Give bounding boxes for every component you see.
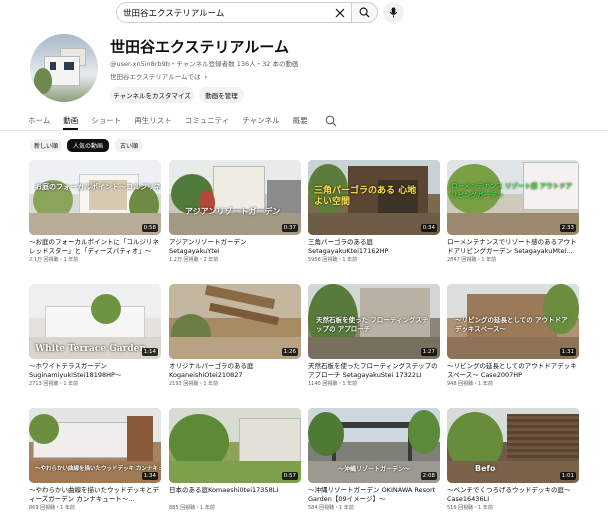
video-card[interactable]: Befo 1:01 〜ベンチでくつろげるウッドデッキの庭〜 Case16436L… — [447, 408, 579, 511]
video-title[interactable]: 〜やわらかい曲線を描いたウッドデッキとディーズガーデン カンナキュート〜... — [29, 486, 161, 503]
chip-popular[interactable]: 人気の動画 — [67, 139, 109, 152]
clear-search-icon[interactable] — [331, 4, 349, 22]
video-thumbnail[interactable]: 1:26 — [169, 284, 301, 359]
video-meta: 948 回視聴・1 年前 — [447, 381, 493, 387]
video-card[interactable]: 天然石板を使った フローティングステップの アプローチ 1:27 天然石板を使っ… — [308, 284, 440, 387]
video-thumbnail[interactable]: White Terrace Garden 1:14 — [29, 284, 161, 359]
thumbnail-overlay-text: アジアンリゾートガーデン — [185, 207, 281, 216]
video-title[interactable]: 〜お庭のフォーカルポイントに「コルジリネ レッドスター」と「ディーズパティオ」〜 — [29, 238, 161, 255]
video-meta: 2847 回視聴・1 年前 — [447, 257, 497, 263]
video-meta: 885 回視聴・1 年前 — [169, 505, 215, 511]
video-duration: 1:34 — [141, 472, 158, 480]
video-title[interactable]: 日本のある庭Komaeshi0tei17358LI — [169, 486, 301, 503]
search-icon — [359, 7, 370, 18]
thumbnail-overlay-text: ローメンテナンス リゾート感 アウトドアリビングガーデン — [451, 182, 573, 199]
search-icon[interactable] — [325, 115, 337, 127]
video-duration: 1:26 — [281, 348, 298, 356]
video-duration: 1:14 — [141, 348, 158, 356]
video-meta: 516 回視聴・1 年前 — [447, 505, 493, 511]
tab-shorts[interactable]: ショート — [91, 114, 121, 130]
video-card[interactable]: 三角パーゴラのある 心地よい空間 0:34 三角パーゴラのある庭 Setagay… — [308, 160, 440, 263]
channel-tabs: ホーム 動画 ショート 再生リスト コミュニティ チャンネル 概要 — [28, 114, 337, 130]
video-meta: 869 回視聴・1 年前 — [29, 505, 75, 511]
video-card[interactable]: 〜沖縄リゾートガーデン〜 2:08 〜沖縄リゾートガーデン OKINAWA Re… — [308, 408, 440, 511]
video-title[interactable]: アジアンリゾートガーデン SetagayakuYtei — [169, 238, 301, 255]
channel-description[interactable]: 世田谷エクステリアルームでは › — [110, 71, 207, 81]
thumbnail-overlay-text: 〜沖縄リゾートガーデン〜 — [338, 466, 411, 473]
video-thumbnail[interactable]: 〜沖縄リゾートガーデン〜 2:08 — [308, 408, 440, 483]
thumbnail-overlay-text: 〜リビングの延長としての アウトドアデッキスペース〜 — [455, 316, 568, 333]
thumbnail-overlay-text: 三角パーゴラのある 心地よい空間 — [314, 186, 417, 207]
video-card[interactable]: ローメンテナンス リゾート感 アウトドアリビングガーデン 2:33 ローメンテナ… — [447, 160, 579, 263]
video-duration: 1:01 — [559, 472, 576, 480]
chip-oldest[interactable]: 古い順 — [115, 139, 143, 152]
thumbnail-overlay-text: お庭のフォーカルポイント〜コルジリネ レッド・ディーズパティオ — [35, 183, 161, 191]
tab-community[interactable]: コミュニティ — [185, 114, 230, 130]
tab-home[interactable]: ホーム — [28, 114, 50, 130]
video-duration: 2:08 — [420, 472, 437, 480]
tab-videos[interactable]: 動画 — [63, 114, 79, 130]
video-thumbnail[interactable]: 0:57 — [169, 408, 301, 483]
video-duration: 1:31 — [559, 348, 576, 356]
video-duration: 2:33 — [559, 224, 576, 232]
customize-channel-button[interactable]: チャンネルをカスタマイズ — [110, 87, 194, 103]
chevron-right-icon: › — [204, 73, 208, 81]
channel-meta: @user-xn5in8rb9b・チャンネル登録者数 136人・32 本の動画 — [110, 60, 299, 68]
video-title[interactable]: 〜ベンチでくつろげるウッドデッキの庭〜 Case16436LI — [447, 486, 579, 503]
video-card[interactable]: 〜やわらかい曲線を描いたウッドデッキ カンナキュート〜 1:34 〜やわらかい曲… — [29, 408, 161, 511]
thumbnail-overlay-text: 〜やわらかい曲線を描いたウッドデッキ カンナキュート〜 — [35, 466, 161, 472]
video-title[interactable]: 天然石板を使ったフローティングステップのアプローチ SetagayakuStei… — [308, 362, 440, 379]
tab-channels[interactable]: チャンネル — [242, 114, 279, 130]
thumbnail-overlay-text: Befo — [475, 464, 496, 473]
video-meta: 584 回視聴・1 年前 — [308, 505, 354, 511]
video-duration: 1:27 — [420, 348, 437, 356]
thumbnail-overlay-text: 天然石板を使った フローティングステップの アプローチ — [316, 316, 429, 333]
video-thumbnail[interactable]: ローメンテナンス リゾート感 アウトドアリビングガーデン 2:33 — [447, 160, 579, 235]
search-input[interactable]: 世田谷エクステリアルーム — [123, 7, 331, 19]
thumbnail-overlay-text: White Terrace Garden — [35, 344, 146, 354]
tab-about[interactable]: 概要 — [293, 114, 308, 130]
video-card[interactable]: アジアンリゾートガーデン 0:37 アジアンリゾートガーデン Setagayak… — [169, 160, 301, 263]
search-box[interactable]: 世田谷エクステリアルーム — [116, 2, 352, 23]
video-card[interactable]: 0:57 日本のある庭Komaeshi0tei17358LI 885 回視聴・1… — [169, 408, 301, 511]
video-thumbnail[interactable]: アジアンリゾートガーデン 0:37 — [169, 160, 301, 235]
video-thumbnail[interactable]: お庭のフォーカルポイント〜コルジリネ レッド・ディーズパティオ 0:58 — [29, 160, 161, 235]
channel-title: 世田谷エクステリアルーム — [110, 38, 289, 56]
channel-avatar — [30, 34, 98, 102]
video-title[interactable]: 〜リビングの延長としてのアウトドアデッキスペース〜 Case2007HP — [447, 362, 579, 379]
video-thumbnail[interactable]: 三角パーゴラのある 心地よい空間 0:34 — [308, 160, 440, 235]
video-card[interactable]: White Terrace Garden 1:14 〜ホワイトテラスガーデン S… — [29, 284, 161, 387]
video-thumbnail[interactable]: 天然石板を使った フローティングステップの アプローチ 1:27 — [308, 284, 440, 359]
voice-search-button[interactable] — [383, 2, 404, 23]
video-thumbnail[interactable]: 〜リビングの延長としての アウトドアデッキスペース〜 1:31 — [447, 284, 579, 359]
video-duration: 0:58 — [141, 224, 158, 232]
video-duration: 0:37 — [281, 224, 298, 232]
video-duration: 0:57 — [281, 472, 298, 480]
tab-playlists[interactable]: 再生リスト — [134, 114, 172, 130]
channel-description-text: 世田谷エクステリアルームでは — [110, 73, 201, 81]
video-card[interactable]: 1:26 オリジナルパーゴラのある庭 KoganeishiOtei210827 … — [169, 284, 301, 387]
chip-newest[interactable]: 新しい順 — [30, 139, 62, 152]
microphone-icon — [389, 7, 398, 18]
video-title[interactable]: オリジナルパーゴラのある庭 KoganeishiOtei210827 — [169, 362, 301, 379]
video-title[interactable]: ローメンテナンスでリゾート感のあるアウトドアリビングガーデン Setagayak… — [447, 238, 579, 255]
video-title[interactable]: 〜ホワイトテラスガーデン SuginamiyukiStei18198HP〜 — [29, 362, 161, 379]
video-card[interactable]: お庭のフォーカルポイント〜コルジリネ レッド・ディーズパティオ 0:58 〜お庭… — [29, 160, 161, 263]
video-meta: 2713 回視聴・1 年前 — [29, 381, 79, 387]
video-card[interactable]: 〜リビングの延長としての アウトドアデッキスペース〜 1:31 〜リビングの延長… — [447, 284, 579, 387]
video-duration: 0:34 — [420, 224, 437, 232]
video-meta: 1.2万 回視聴・2 年前 — [169, 257, 219, 263]
tabs-divider — [0, 130, 608, 131]
video-thumbnail[interactable]: Befo 1:01 — [447, 408, 579, 483]
search-button[interactable] — [352, 2, 378, 23]
video-meta: 2.1万 回視聴・1 年前 — [29, 257, 79, 263]
manage-videos-button[interactable]: 動画を管理 — [199, 87, 244, 103]
video-thumbnail[interactable]: 〜やわらかい曲線を描いたウッドデッキ カンナキュート〜 1:34 — [29, 408, 161, 483]
video-meta: 5956 回視聴・1 年前 — [308, 257, 358, 263]
video-meta: 2193 回視聴・1 年前 — [169, 381, 219, 387]
video-meta: 1140 回視聴・1 年前 — [308, 381, 358, 387]
video-title[interactable]: 〜沖縄リゾートガーデン OKINAWA Resort Garden【09イメージ… — [308, 486, 440, 503]
video-title[interactable]: 三角パーゴラのある庭 SetagayakuKtei17162HP — [308, 238, 440, 255]
